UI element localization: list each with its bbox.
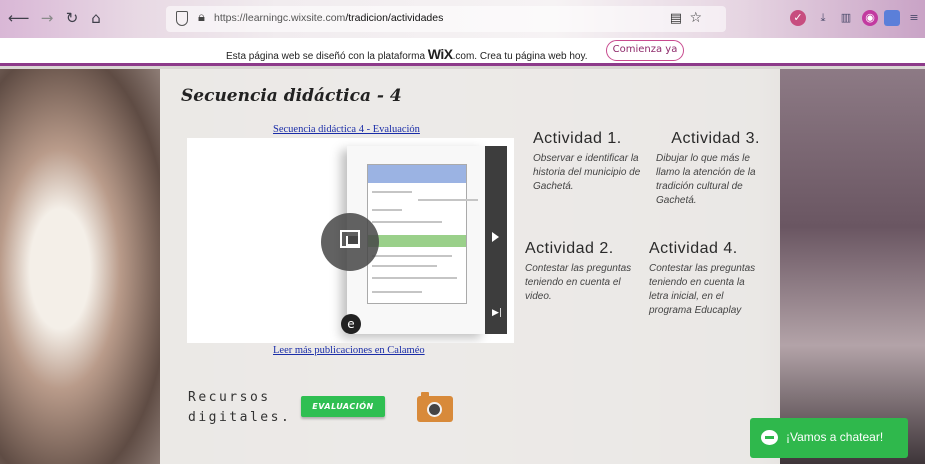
activity-title: Actividad 3. — [671, 130, 760, 147]
url-host: https://learningc.wixsite.com — [214, 12, 346, 24]
activity-3: Actividad 3. Dibujar lo que más le llamo… — [656, 130, 760, 208]
chat-bubble-icon — [761, 430, 778, 445]
lock-icon[interactable]: 🔒︎ — [198, 10, 205, 25]
resources-label: Recursos digitales. — [188, 390, 292, 425]
library-icon[interactable]: ▥ — [838, 10, 854, 26]
browser-toolbar: ⟵ → ↻ ⌂ 🔒︎ https://learningc.wixsite.com… — [0, 0, 925, 38]
shield-icon[interactable] — [176, 11, 188, 26]
back-icon[interactable]: ⟵ — [8, 9, 30, 27]
extension-icon[interactable]: ◉ — [862, 10, 878, 26]
last-page-icon[interactable]: ▶| — [492, 308, 502, 318]
menu-icon[interactable]: ≡ — [906, 10, 922, 26]
camera-icon[interactable] — [417, 392, 453, 422]
document-title-link[interactable]: Secuencia didáctica 4 - Evaluación — [273, 124, 420, 135]
evaluation-button[interactable]: EVALUACIÓN — [301, 396, 385, 417]
activity-title: Actividad 2. — [525, 240, 614, 257]
chat-button[interactable]: ¡Vamos a chatear! — [750, 418, 908, 458]
wix-banner: Esta página web se diseñó con la platafo… — [0, 38, 925, 66]
start-now-button[interactable]: Comienza ya — [606, 40, 684, 61]
bookmark-star-icon[interactable]: ☆ — [689, 10, 702, 26]
activity-title: Actividad 1. — [533, 130, 622, 147]
account-icon[interactable] — [884, 10, 900, 26]
forward-icon[interactable]: → — [38, 9, 56, 27]
activity-2: Actividad 2. Contestar las preguntas ten… — [525, 240, 635, 304]
activity-text: Dibujar lo que más le llamo la atención … — [656, 153, 756, 206]
page-title: Secuencia didáctica - 4 — [181, 86, 402, 106]
left-background-image — [0, 69, 160, 464]
reload-icon[interactable]: ↻ — [63, 9, 81, 27]
calameo-viewer[interactable]: ▶| e — [187, 138, 514, 343]
download-icon[interactable]: ⤓ — [815, 10, 831, 26]
url-text[interactable]: https://learningc.wixsite.com/tradicion/… — [214, 12, 443, 24]
activity-text: Observar e identificar la historia del m… — [533, 153, 641, 192]
fullscreen-button[interactable] — [321, 213, 379, 271]
activity-title: Actividad 4. — [649, 240, 738, 257]
activity-4: Actividad 4. Contestar las preguntas ten… — [649, 240, 759, 318]
reader-view-icon[interactable]: ▤ — [670, 11, 682, 26]
pocket-icon[interactable]: ✓ — [790, 10, 806, 26]
next-page-icon[interactable] — [492, 232, 499, 242]
more-publications-link[interactable]: Leer más publicaciones en Calaméo — [273, 345, 425, 356]
activity-1: Actividad 1. Observar e identificar la h… — [533, 130, 643, 194]
calameo-logo-icon[interactable]: e — [341, 314, 361, 334]
address-bar[interactable]: 🔒︎ https://learningc.wixsite.com/tradici… — [166, 6, 726, 32]
right-background-image — [780, 69, 925, 464]
activity-text: Contestar las preguntas teniendo en cuen… — [649, 263, 756, 316]
document-table — [367, 164, 478, 304]
wix-brand: WiX — [427, 46, 453, 62]
url-path: /tradicion/actividades — [345, 12, 444, 24]
home-icon[interactable]: ⌂ — [87, 9, 105, 27]
wix-banner-message: Esta página web se diseñó con la platafo… — [226, 46, 588, 62]
chat-label: ¡Vamos a chatear! — [786, 430, 884, 444]
activity-text: Contestar las preguntas teniendo en cuen… — [525, 263, 632, 302]
